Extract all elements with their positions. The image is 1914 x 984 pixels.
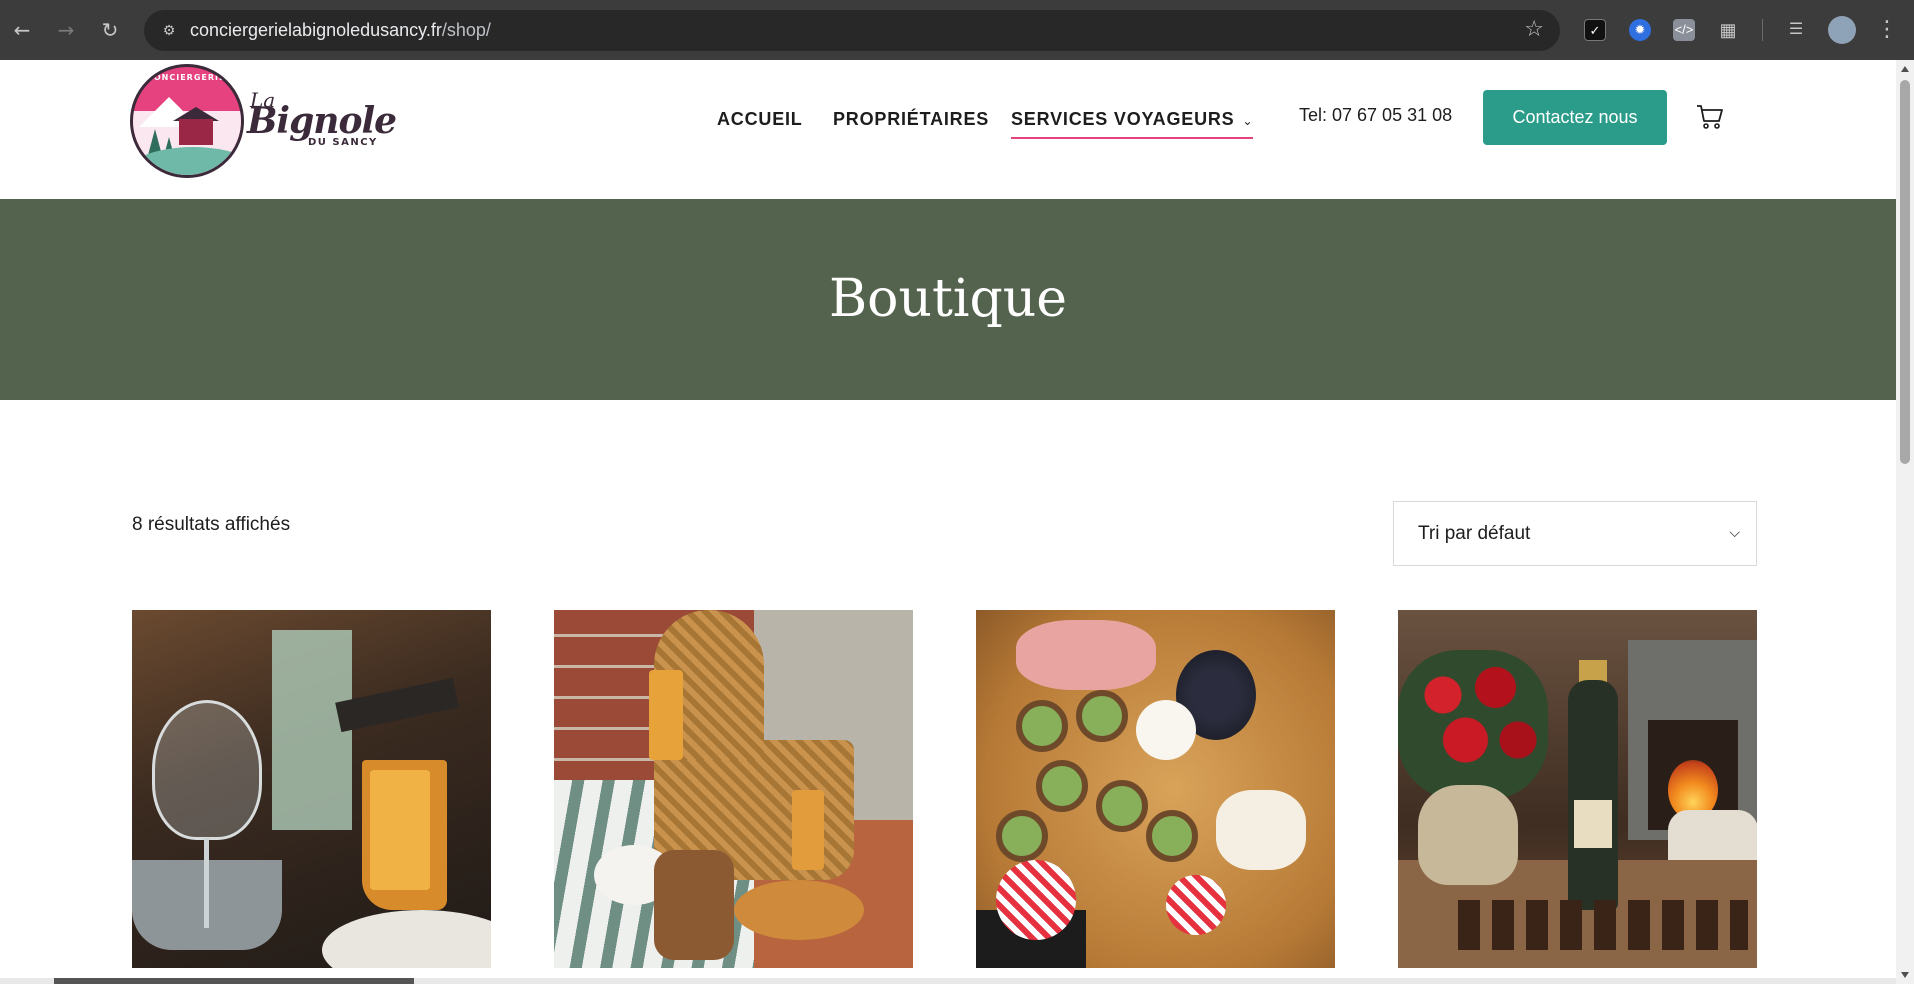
url-path: /shop/ <box>441 20 491 40</box>
scroll-up-icon[interactable] <box>1901 66 1909 72</box>
extension-gear-icon[interactable]: ✹ <box>1629 19 1651 41</box>
back-icon[interactable]: ← <box>6 14 38 46</box>
extension-check-icon[interactable]: ✓ <box>1584 19 1606 41</box>
page-banner: Boutique <box>0 199 1896 400</box>
chevron-down-icon: ⌵ <box>1729 525 1740 541</box>
browser-toolbar: ← → ↻ ⚙ conciergerielabignoledusancy.fr/… <box>0 0 1914 60</box>
scrollbar-thumb[interactable] <box>1900 80 1910 464</box>
sort-select[interactable]: Tri par défaut ⌵ <box>1393 501 1757 566</box>
horizontal-scrollbar[interactable] <box>0 978 1896 984</box>
media-queue-icon[interactable]: ☰ <box>1785 19 1807 41</box>
nav-item-proprietaires[interactable]: PROPRIÉTAIRES <box>833 106 989 132</box>
sort-select-value: Tri par défaut <box>1418 523 1531 544</box>
cart-icon[interactable] <box>1696 104 1724 130</box>
site-header: CONCIERGERIE La Bignole DU SANCY ACCUEIL… <box>0 60 1896 199</box>
url-domain: conciergerielabignoledusancy.fr <box>190 20 442 40</box>
phone-number[interactable]: Tel: 07 67 05 31 08 <box>1299 102 1452 128</box>
reload-icon[interactable]: ↻ <box>94 14 126 46</box>
extension-code-icon[interactable]: </> <box>1673 19 1695 41</box>
toolbar-separator <box>1762 19 1763 41</box>
logo-ring-text: CONCIERGERIE <box>147 73 226 82</box>
site-settings-icon[interactable]: ⚙ <box>158 20 180 42</box>
contact-button[interactable]: Contactez nous <box>1483 90 1667 145</box>
nav-item-accueil[interactable]: ACCUEIL <box>717 106 803 132</box>
extensions-puzzle-icon[interactable]: ▦ <box>1717 19 1739 41</box>
menu-kebab-icon[interactable]: ⋮ <box>1876 14 1898 46</box>
product-card-board[interactable] <box>976 610 1335 968</box>
nav-item-services-voyageurs[interactable]: SERVICES VOYAGEURS ⌄ <box>1011 106 1254 139</box>
horizontal-scrollbar-thumb[interactable] <box>54 978 414 984</box>
product-card-raclette[interactable] <box>132 610 491 968</box>
product-card-basket[interactable] <box>554 610 913 968</box>
logo-badge-icon: CONCIERGERIE <box>130 64 244 178</box>
site-logo[interactable]: CONCIERGERIE La Bignole DU SANCY <box>130 64 397 178</box>
url-text[interactable]: conciergerielabignoledusancy.fr/shop/ <box>190 10 491 51</box>
profile-avatar-icon[interactable] <box>1828 16 1856 44</box>
logo-name-text: Bignole <box>247 100 397 142</box>
scroll-down-icon[interactable] <box>1901 972 1909 978</box>
address-bar[interactable]: ⚙ conciergerielabignoledusancy.fr/shop/ … <box>144 10 1560 51</box>
nav-item-services-label: SERVICES VOYAGEURS <box>1011 109 1235 129</box>
bookmark-star-icon[interactable]: ☆ <box>1524 18 1544 42</box>
forward-icon[interactable]: → <box>50 14 82 46</box>
results-count: 8 résultats affichés <box>132 514 291 535</box>
logo-sub-text: DU SANCY <box>308 137 378 148</box>
page-scrollbar[interactable] <box>1896 60 1914 984</box>
chevron-down-icon: ⌄ <box>1242 114 1254 128</box>
product-card-champagne[interactable] <box>1398 610 1757 968</box>
page-title: Boutique <box>828 269 1068 329</box>
